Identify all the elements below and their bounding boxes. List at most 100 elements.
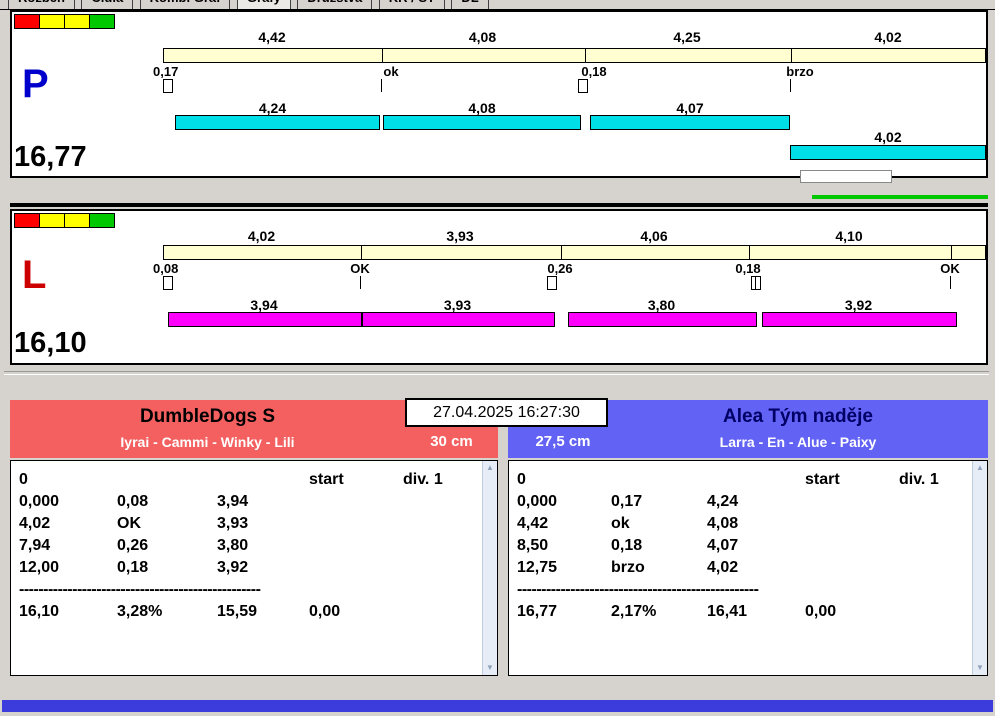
tab-rozbeh[interactable]: Rozběh bbox=[8, 0, 75, 10]
penalty: 0,00 bbox=[309, 603, 340, 621]
segment-divider bbox=[585, 49, 586, 62]
start-lights bbox=[14, 213, 114, 231]
lane-total-time: 16,77 bbox=[14, 140, 87, 174]
lane-total-time: 16,10 bbox=[14, 326, 87, 360]
scroll-up-icon[interactable]: ▲ bbox=[483, 463, 497, 473]
dog-time: 3,93 bbox=[217, 515, 248, 533]
light-yellow-1 bbox=[39, 14, 65, 29]
segment-divider bbox=[382, 49, 383, 62]
split-time-label: 4,02 bbox=[790, 30, 986, 44]
crossing-marker-label: 0,18 bbox=[718, 262, 778, 275]
cum-time: 7,94 bbox=[19, 537, 50, 555]
lane-letter: P bbox=[22, 64, 49, 104]
crossing-marker-label: OK bbox=[330, 262, 390, 275]
fault-indicator-box bbox=[751, 276, 761, 290]
team-name: Alea Tým naděje bbox=[608, 406, 988, 428]
crossing-tick bbox=[360, 276, 361, 289]
crossing-marker-label: 0,18 bbox=[564, 65, 624, 78]
cum-time: 12,75 bbox=[517, 559, 557, 577]
start-label: start bbox=[309, 471, 344, 489]
start-lights bbox=[14, 14, 114, 32]
light-yellow-1 bbox=[39, 213, 65, 228]
tab-dl[interactable]: DL bbox=[451, 0, 488, 10]
cum-time: 4,02 bbox=[19, 515, 50, 533]
section-groove bbox=[4, 371, 989, 375]
cross-val: OK bbox=[117, 515, 141, 533]
dog-run-bar bbox=[175, 115, 380, 130]
cross-val: 0,08 bbox=[117, 493, 148, 511]
fault-indicator-box bbox=[547, 276, 557, 290]
dog-time-label: 3,94 bbox=[168, 298, 360, 312]
light-green bbox=[89, 213, 115, 228]
scroll-up-icon[interactable]: ▲ bbox=[973, 463, 987, 473]
tab-bar: Rozběh Čidla Kombi Graf Grafy Družstva K… bbox=[0, 0, 995, 10]
segment-divider bbox=[361, 246, 362, 259]
jump-height: 30 cm bbox=[405, 433, 498, 451]
split-time-label: 4,08 bbox=[381, 30, 584, 44]
scroll-down-icon[interactable]: ▼ bbox=[483, 663, 497, 673]
light-red bbox=[14, 14, 40, 29]
light-red bbox=[14, 213, 40, 228]
run-timestamp: 27.04.2025 16:27:30 bbox=[405, 398, 608, 427]
dog-time: 4,02 bbox=[707, 559, 738, 577]
crossing-tick bbox=[381, 79, 382, 92]
split-time-label: 4,25 bbox=[584, 30, 790, 44]
tab-grafy[interactable]: Grafy bbox=[237, 0, 291, 10]
scroll-down-icon[interactable]: ▼ bbox=[973, 663, 987, 673]
lane-letter: L bbox=[22, 255, 46, 295]
tab-druzstva[interactable]: Družstva bbox=[297, 0, 372, 10]
light-yellow-2 bbox=[64, 14, 90, 29]
tab-label: KR / ST bbox=[389, 0, 435, 5]
dog-time-label: 3,93 bbox=[362, 298, 553, 312]
run-number: 0 bbox=[19, 471, 28, 489]
dog-time: 4,07 bbox=[707, 537, 738, 555]
team-lineup: Larra - En - Alue - Paixy bbox=[608, 434, 988, 450]
cum-time: 0,000 bbox=[517, 493, 557, 511]
dog-run-bar bbox=[790, 145, 986, 160]
team-left-run-table: 0 start div. 1 0,000 0,08 3,94 4,02 OK 3… bbox=[10, 460, 498, 676]
team-name: DumbleDogs S bbox=[10, 406, 405, 428]
tab-kr-st[interactable]: KR / ST bbox=[379, 0, 445, 10]
tab-kombi-graf[interactable]: Kombi Graf bbox=[140, 0, 231, 10]
fault-indicator-box bbox=[163, 79, 173, 93]
division-label: div. 1 bbox=[403, 471, 443, 489]
total-time: 16,77 bbox=[517, 603, 557, 621]
team-lineup: Iyrai - Cammi - Winky - Lili bbox=[10, 434, 405, 450]
left-table-scrollbar[interactable]: ▲ ▼ bbox=[482, 461, 497, 675]
crossing-marker-label: OK bbox=[920, 262, 980, 275]
segment-divider bbox=[749, 246, 750, 259]
cross-val: 0,18 bbox=[611, 537, 642, 555]
tab-label: Družstva bbox=[307, 0, 362, 5]
tab-cidla[interactable]: Čidla bbox=[81, 0, 133, 10]
fault-indicator-box bbox=[163, 276, 173, 290]
cum-time: 12,00 bbox=[19, 559, 59, 577]
crossing-marker-label: 0,17 bbox=[153, 65, 213, 78]
cross-val: 0,18 bbox=[117, 559, 148, 577]
total-time: 16,10 bbox=[19, 603, 59, 621]
flyball-timing-window: Rozběh Čidla Kombi Graf Grafy Družstva K… bbox=[0, 0, 995, 716]
dog-time-label: 4,02 bbox=[790, 130, 986, 144]
panel-separator bbox=[10, 203, 988, 207]
light-green bbox=[89, 14, 115, 29]
cum-time: 8,50 bbox=[517, 537, 548, 555]
dog-time-label: 4,08 bbox=[383, 101, 581, 115]
dog-time: 4,08 bbox=[707, 515, 738, 533]
segment-divider bbox=[951, 246, 952, 259]
fault-percent: 2,17% bbox=[611, 603, 656, 621]
net-time: 15,59 bbox=[217, 603, 257, 621]
sensor-timeline-bar bbox=[163, 48, 986, 63]
right-table-scrollbar[interactable]: ▲ ▼ bbox=[972, 461, 987, 675]
cum-time: 4,42 bbox=[517, 515, 548, 533]
crossing-marker-label: 0,26 bbox=[530, 262, 590, 275]
dog-run-bar bbox=[762, 312, 957, 327]
dog-time-label: 3,80 bbox=[568, 298, 755, 312]
dog-run-bar bbox=[383, 115, 581, 130]
tab-label: Rozběh bbox=[18, 0, 65, 5]
team-right-run-table: 0 start div. 1 0,000 0,17 4,24 4,42 ok 4… bbox=[508, 460, 988, 676]
tab-label: Čidla bbox=[91, 0, 123, 5]
start-label: start bbox=[805, 471, 840, 489]
lane-l-panel: L 16,10 4,02 3,93 4,06 4,10 0,08 OK 0,26… bbox=[10, 209, 988, 365]
dog-time: 4,24 bbox=[707, 493, 738, 511]
dog-time-label: 4,24 bbox=[165, 101, 380, 115]
split-time-label: 4,42 bbox=[163, 30, 381, 44]
